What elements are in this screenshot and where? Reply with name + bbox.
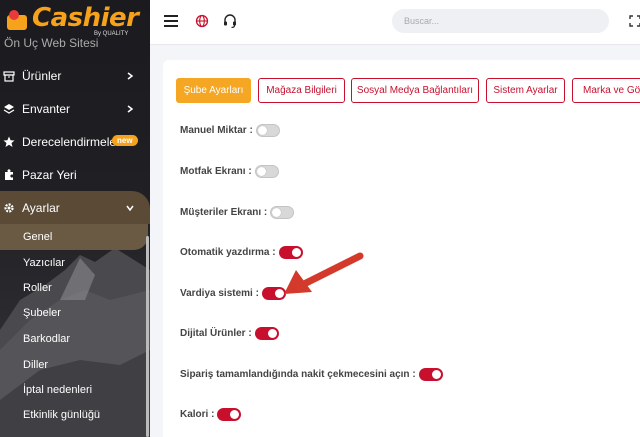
sidebar-item-inventory[interactable]: Envanter [0, 92, 150, 125]
tab-store-info[interactable]: Mağaza Bilgileri [258, 78, 345, 103]
gear-icon [4, 202, 14, 213]
pointer-arrow-icon [284, 252, 364, 294]
toggle-switch[interactable] [418, 367, 443, 381]
setting-label: Dijital Ürünler : [180, 327, 252, 339]
toggle-switch[interactable] [254, 164, 279, 178]
submenu-item-general[interactable]: Genel [0, 224, 148, 250]
sidebar-item-label: Ayarlar [22, 200, 60, 215]
search-input[interactable] [392, 9, 609, 33]
setting-label: Müşteriler Ekranı : [180, 206, 268, 218]
setting-calories: Kalori : [180, 406, 242, 422]
submenu-item-label: Diller [23, 358, 49, 371]
layers-icon [3, 103, 15, 114]
hamburger-menu-icon[interactable] [164, 15, 178, 27]
cashier-logo-icon [7, 10, 27, 30]
setting-label: Sipariş tamamlandığında nakit çekmecesin… [180, 368, 416, 380]
topbar [150, 0, 640, 45]
setting-label: Vardiya sistemi : [180, 287, 259, 299]
submenu-item-label: Yazıcılar [23, 256, 65, 269]
submenu-item-roles[interactable]: Roller [0, 275, 148, 300]
brand-logo[interactable]: Cashier By QUALITY [0, 0, 150, 40]
setting-label: Kalori : [180, 408, 215, 420]
sidebar-scrollbar[interactable] [146, 236, 149, 437]
setting-kitchen-screen: Motfak Ekranı : [180, 163, 279, 179]
tab-social-links[interactable]: Sosyal Medya Bağlantıları [351, 78, 479, 103]
chevron-right-icon [127, 104, 134, 113]
sidebar-item-label: Envanter [22, 101, 71, 116]
submenu-item-printers[interactable]: Yazıcılar [0, 250, 148, 275]
submenu-item-label: Barkodlar [23, 332, 71, 345]
submenu-item-barcodes[interactable]: Barkodlar [0, 326, 148, 351]
sidebar-item-settings[interactable]: Ayarlar [0, 191, 150, 224]
tab-branch-settings[interactable]: Şube Ayarları [176, 78, 251, 103]
setting-customers-screen: Müşteriler Ekranı : [180, 204, 295, 220]
setting-digital-products: Dijital Ürünler : [180, 325, 279, 341]
submenu-item-label: Genel [23, 231, 53, 243]
submenu-item-branches[interactable]: Şubeler [0, 300, 148, 325]
globe-icon[interactable] [195, 14, 209, 28]
toggle-switch[interactable] [270, 205, 295, 219]
puzzle-icon [5, 168, 13, 180]
new-badge: new [112, 135, 138, 146]
setting-label: Motfak Ekranı : [180, 165, 252, 177]
chevron-right-icon [127, 71, 134, 80]
tab-brand[interactable]: Marka ve Görü [572, 78, 640, 103]
setting-manual-quantity: Manuel Miktar : [180, 122, 280, 138]
toggle-switch[interactable] [254, 326, 279, 340]
fullscreen-icon[interactable] [629, 15, 640, 27]
submenu-item-label: Şubeler [23, 306, 61, 319]
brand-sub: By QUALITY [94, 31, 129, 37]
submenu-item-activity-log[interactable]: Etkinlik günlüğü [0, 402, 148, 427]
submenu-item-languages[interactable]: Diller [0, 352, 148, 377]
setting-shift-system: Vardiya sistemi : [180, 285, 286, 301]
submenu-item-label: Etkinlik günlüğü [23, 408, 101, 421]
tab-system-settings[interactable]: Sistem Ayarlar [486, 78, 565, 103]
sidebar-item-label: Derecelendirmeler [22, 134, 121, 149]
submenu-item-label: Roller [23, 281, 52, 294]
submenu-item-cancel-reasons[interactable]: İptal nedenleri [0, 377, 148, 402]
star-icon [3, 136, 15, 147]
setting-label: Manuel Miktar : [180, 124, 253, 136]
setting-open-cash-drawer: Sipariş tamamlandığında nakit çekmecesin… [180, 366, 443, 382]
brand-name: Cashier [32, 3, 139, 33]
toggle-switch[interactable] [217, 407, 242, 421]
submenu-item-label: İptal nedenleri [23, 383, 93, 396]
toggle-switch[interactable] [255, 123, 280, 137]
headset-icon[interactable] [222, 13, 238, 29]
sidebar-item-marketplace[interactable]: Pazar Yeri [0, 158, 150, 191]
setting-label: Otomatik yazdırma : [180, 246, 276, 258]
sidebar-item-website[interactable]: Ön Uç Web Sitesi [4, 36, 98, 50]
sidebar: Cashier By QUALITY Ön Uç Web Sitesi Ürün… [0, 0, 150, 437]
sidebar-item-ratings[interactable]: Derecelendirmeler new [0, 125, 150, 158]
chevron-down-icon [126, 205, 134, 211]
sidebar-item-label: Ürünler [22, 68, 62, 83]
sidebar-item-products[interactable]: Ürünler [0, 59, 150, 92]
box-icon [3, 70, 15, 82]
sidebar-item-label: Pazar Yeri [22, 167, 77, 182]
